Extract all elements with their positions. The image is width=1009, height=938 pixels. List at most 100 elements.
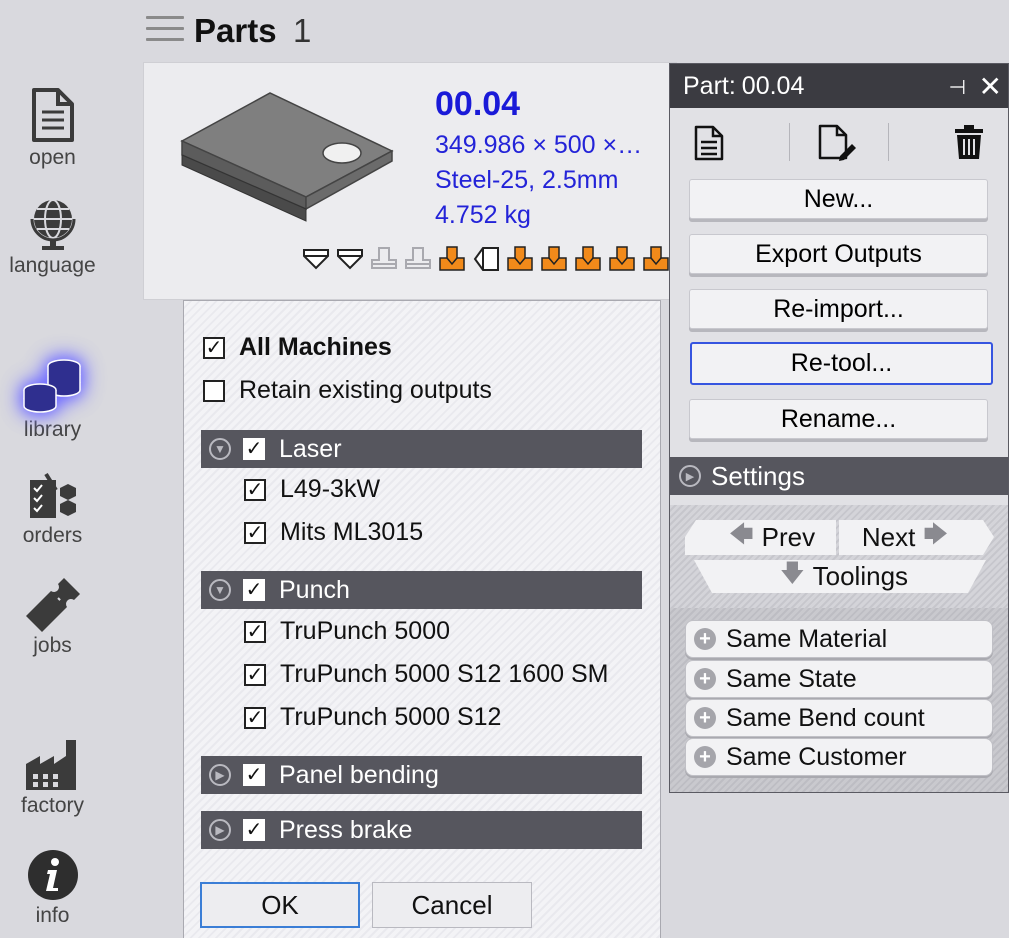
cancel-button[interactable]: Cancel — [372, 882, 532, 928]
collapse-icon[interactable]: ▼ — [209, 579, 231, 601]
machine-item[interactable]: ✓ TruPunch 5000 S12 — [244, 703, 501, 732]
checkbox-checked[interactable]: ✓ — [244, 478, 266, 501]
sidebar-item-language[interactable]: language — [0, 196, 105, 278]
sidebar-item-label: info — [35, 904, 70, 927]
document-icon[interactable] — [694, 125, 724, 161]
close-icon[interactable]: ✕ — [979, 70, 1002, 103]
tool-outline-icon — [337, 249, 363, 270]
group-label: Punch — [279, 575, 350, 604]
part-dimensions: 349.986 × 500 ×… — [435, 131, 643, 159]
checkbox-checked[interactable]: ✓ — [243, 764, 265, 786]
plus-icon: + — [694, 707, 716, 729]
toolings-button[interactable]: 🡇 Toolings — [730, 560, 950, 593]
same-state-button[interactable]: + Same State — [685, 660, 993, 698]
sidebar-item-info[interactable]: info — [0, 848, 105, 928]
checkbox-checked[interactable]: ✓ — [244, 521, 266, 544]
group-laser[interactable]: ▼ ✓ Laser — [201, 430, 642, 468]
settings-label: Settings — [711, 460, 805, 491]
toolbar-divider — [888, 123, 889, 161]
ok-button[interactable]: OK — [200, 882, 360, 928]
part-thumbnail — [180, 92, 394, 222]
collapse-icon[interactable]: ▼ — [209, 438, 231, 460]
orders-icon — [29, 472, 76, 518]
group-label: Panel bending — [279, 760, 439, 789]
trash-icon[interactable] — [954, 124, 984, 160]
retain-outputs-checkbox[interactable]: Retain existing outputs — [203, 376, 492, 405]
part-card[interactable]: 00.04 349.986 × 500 ×… Steel-25, 2.5mm 4… — [143, 62, 677, 300]
expand-icon[interactable]: ▶ — [679, 465, 701, 487]
retool-button[interactable]: Re-tool... — [690, 342, 993, 385]
panel-icon-toolbar — [670, 108, 1008, 170]
toolings-label: Toolings — [812, 561, 909, 591]
checkbox-checked[interactable]: ✓ — [244, 663, 266, 686]
tool-orange-icon — [541, 246, 567, 271]
part-id: 00.04 — [435, 85, 521, 123]
arrow-left-icon: 🡄 — [728, 521, 754, 548]
same-customer-button[interactable]: + Same Customer — [685, 738, 993, 776]
rename-button[interactable]: Rename... — [689, 399, 988, 439]
checkbox-checked[interactable]: ✓ — [243, 579, 265, 601]
plus-icon: + — [694, 746, 716, 768]
tooling-status-icons — [301, 244, 671, 274]
part-panel: Part: 00.04 ⊣ ✕ New... Export Outputs Re… — [669, 63, 1009, 793]
checkbox-checked[interactable]: ✓ — [244, 706, 266, 729]
tool-orange-icon — [439, 246, 465, 271]
panel-title-bar: Part: 00.04 ⊣ ✕ — [670, 64, 1008, 108]
same-material-button[interactable]: + Same Material — [685, 620, 993, 658]
sidebar-item-jobs[interactable]: jobs — [0, 576, 105, 658]
checkbox-label: Retain existing outputs — [239, 376, 492, 404]
factory-icon — [25, 740, 76, 790]
tool-orange-icon — [507, 246, 533, 271]
sidebar-item-library[interactable]: library — [0, 356, 105, 442]
all-machines-checkbox[interactable]: ✓ All Machines — [203, 333, 392, 362]
machine-item[interactable]: ✓ L49-3kW — [244, 475, 380, 504]
arrow-right-icon: 🡆 — [923, 521, 949, 548]
export-outputs-button[interactable]: Export Outputs — [689, 234, 988, 274]
reimport-button[interactable]: Re-import... — [689, 289, 988, 329]
same-bend-count-button[interactable]: + Same Bend count — [685, 699, 993, 737]
checkbox-label: All Machines — [239, 333, 392, 361]
filter-label: Same Bend count — [726, 703, 925, 732]
panel-title-prefix: Part: — [683, 71, 736, 100]
checkbox-checked[interactable]: ✓ — [243, 438, 265, 460]
menu-hamburger-icon[interactable] — [146, 16, 184, 44]
document-icon — [31, 88, 74, 142]
next-button[interactable]: Next 🡆 — [839, 520, 979, 555]
expand-icon[interactable]: ▶ — [209, 819, 231, 841]
arrow-down-icon: 🡇 — [779, 560, 805, 587]
expand-icon[interactable]: ▶ — [209, 764, 231, 786]
checkbox-checked[interactable]: ✓ — [244, 620, 266, 643]
filter-label: Same Material — [726, 624, 888, 653]
checkbox-unchecked[interactable] — [203, 379, 225, 402]
settings-section-header[interactable]: ▶ Settings — [670, 457, 1008, 495]
group-press-brake[interactable]: ▶ ✓ Press brake — [201, 811, 642, 849]
sidebar-item-label: language — [9, 254, 96, 277]
machine-item[interactable]: ✓ Mits ML3015 — [244, 518, 423, 547]
group-panel-bending[interactable]: ▶ ✓ Panel bending — [201, 756, 642, 794]
plus-icon: + — [694, 628, 716, 650]
part-weight: 4.752 kg — [435, 201, 531, 229]
checkbox-checked[interactable]: ✓ — [203, 336, 225, 359]
navigation-area: 🡄 Prev Next 🡆 🡇 Toolings — [670, 505, 1008, 608]
library-stack-icon — [22, 359, 81, 413]
plus-icon: + — [694, 668, 716, 690]
tool-disabled-icon — [371, 247, 397, 269]
pin-icon[interactable]: ⊣ — [949, 75, 966, 100]
machine-label: TruPunch 5000 — [280, 617, 451, 645]
sidebar-item-orders[interactable]: orders — [0, 470, 105, 548]
checkbox-checked[interactable]: ✓ — [243, 819, 265, 841]
machine-item[interactable]: ✓ TruPunch 5000 S12 1600 SM — [244, 660, 608, 689]
toolbar-divider — [789, 123, 790, 161]
new-button[interactable]: New... — [689, 179, 988, 219]
sidebar: open language library orders jobs factor… — [0, 0, 105, 937]
machine-label: TruPunch 5000 S12 1600 SM — [280, 660, 609, 688]
edit-document-icon[interactable] — [818, 124, 858, 162]
sidebar-item-label: open — [29, 146, 76, 169]
group-punch[interactable]: ▼ ✓ Punch — [201, 571, 642, 609]
prev-button[interactable]: 🡄 Prev — [700, 520, 836, 555]
machine-item[interactable]: ✓ TruPunch 5000 — [244, 617, 450, 646]
tool-outline-icon — [303, 249, 329, 270]
panel-title-value: 00.04 — [741, 71, 805, 100]
sidebar-item-open[interactable]: open — [0, 86, 105, 170]
sidebar-item-factory[interactable]: factory — [0, 736, 105, 818]
